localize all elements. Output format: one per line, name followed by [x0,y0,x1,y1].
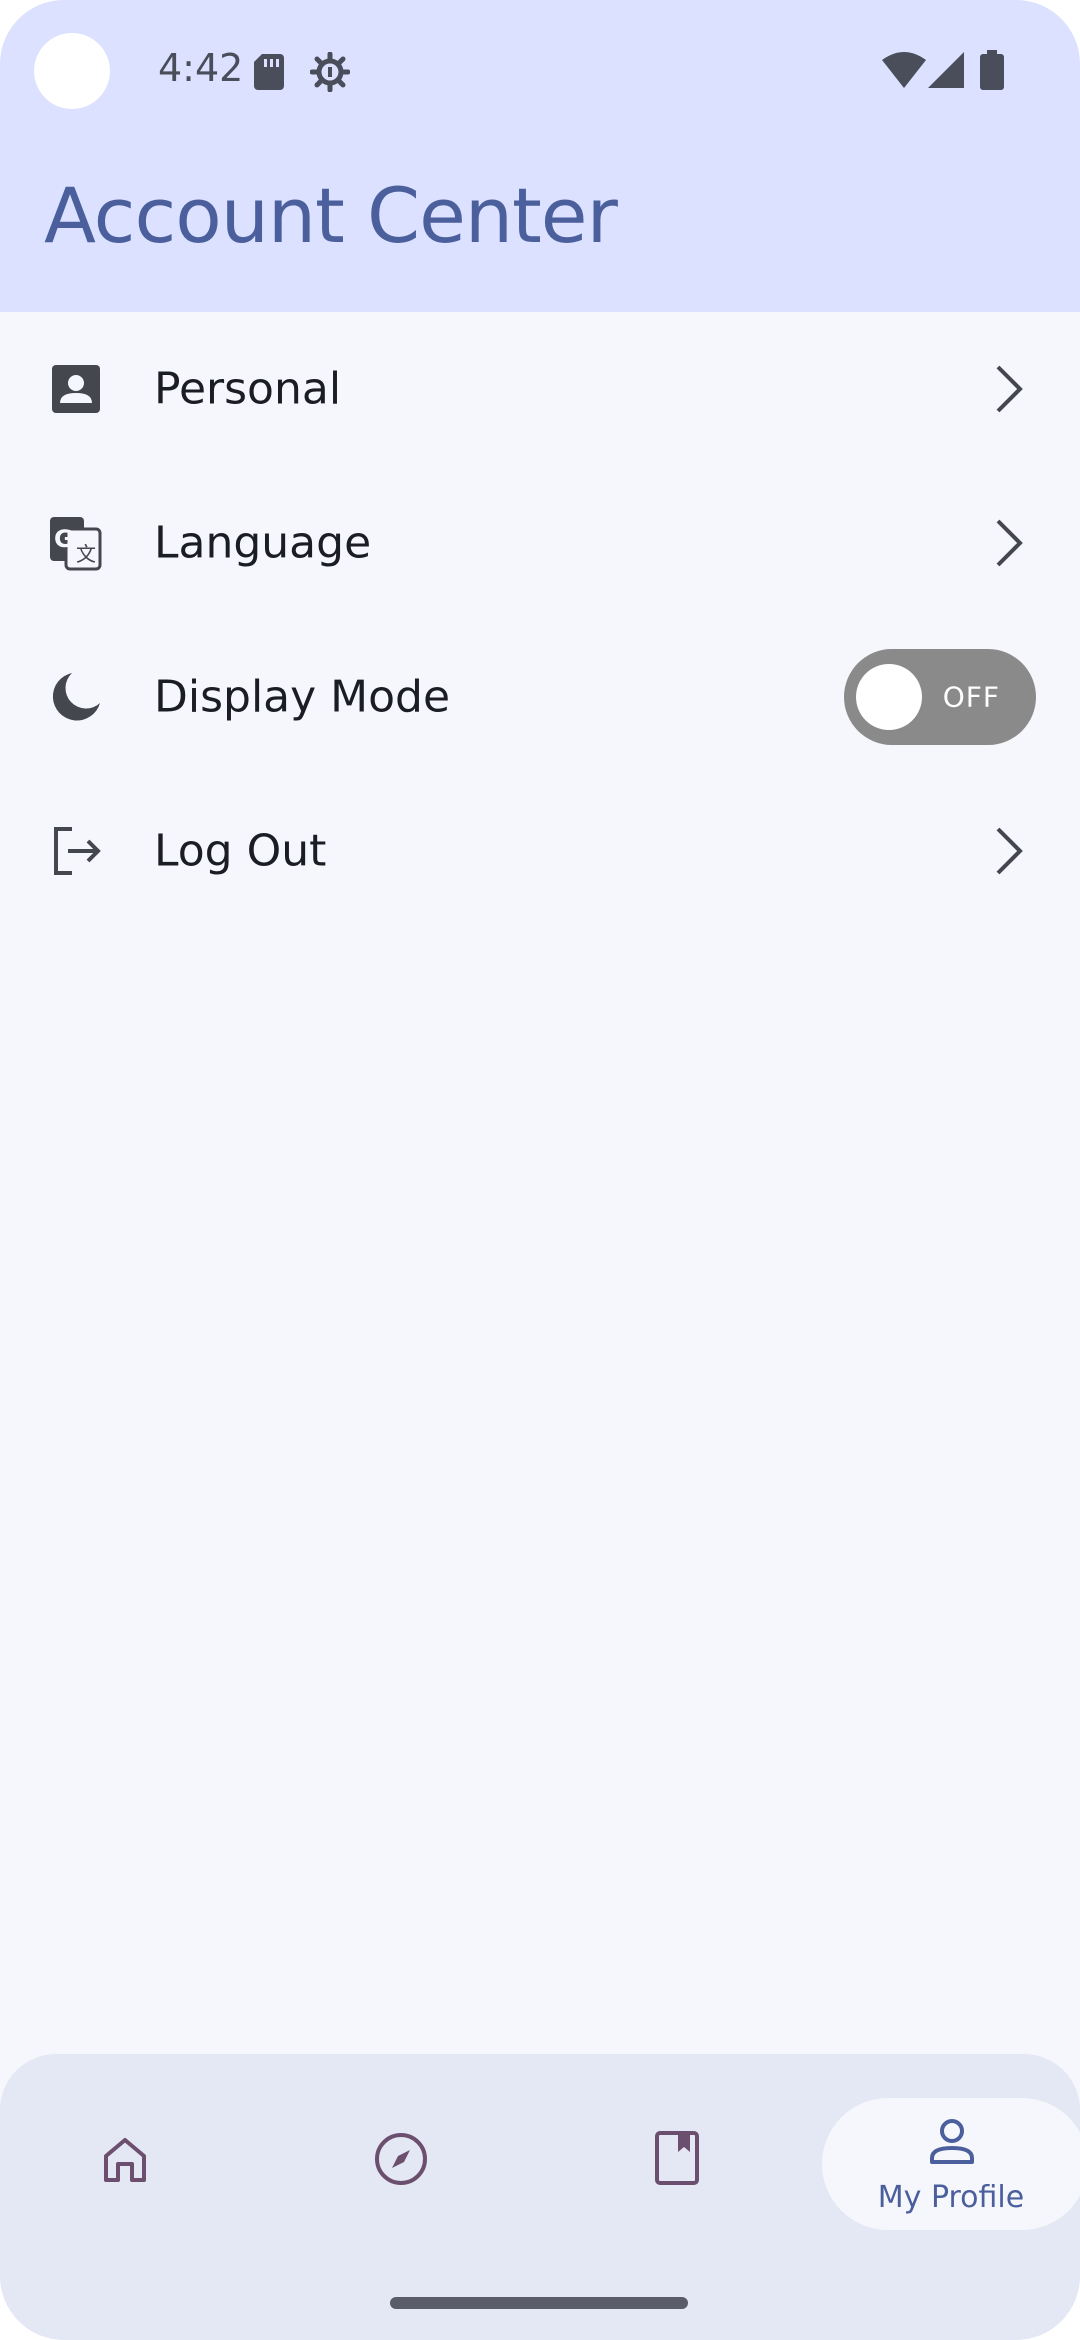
nav-label-my-profile: My Profile [877,2180,1025,2215]
cell-signal-icon [928,52,964,88]
page-title: Account Center [44,171,618,260]
screen: 4:42 Account Center Personal G 文 Languag… [0,0,1080,2340]
profile-icon [930,2119,974,2164]
wifi-icon [882,52,926,88]
chevron-right-icon [996,827,1023,875]
menu-item-label: Display Mode [154,671,451,723]
sd-card-icon [254,54,284,90]
chevron-right-icon [996,519,1023,567]
bookmark-book-icon [655,2131,699,2185]
compass-icon [375,2133,427,2185]
menu-item-label: Personal [154,363,342,415]
settings-gear-icon [310,52,350,92]
app-header: 4:42 Account Center [0,0,1080,312]
menu-item-personal[interactable]: Personal [0,312,1080,466]
moon-icon [52,673,100,721]
menu-item-label: Language [154,517,372,569]
camera-cutout [34,33,110,109]
display-mode-toggle[interactable]: OFF [844,649,1036,745]
toggle-state-label: OFF [942,680,1000,714]
toggle-knob [856,664,922,730]
nav-item-explore[interactable] [336,2108,466,2238]
menu-item-display-mode: Display Mode OFF [0,620,1080,774]
status-time: 4:42 [158,46,244,90]
nav-item-my-profile[interactable]: My Profile [822,2098,1080,2230]
logout-icon [54,827,101,875]
home-icon [104,2138,146,2182]
svg-text:G: G [54,525,74,553]
nav-item-home[interactable] [60,2108,190,2238]
svg-text:文: 文 [76,542,96,566]
menu-item-log-out[interactable]: Log Out [0,774,1080,928]
person-badge-icon [52,365,100,413]
translate-icon: G 文 [50,517,102,571]
nav-item-bookmarks[interactable] [612,2108,742,2238]
chevron-right-icon [996,365,1023,413]
menu-item-language[interactable]: G 文 Language [0,466,1080,620]
menu-item-label: Log Out [154,825,327,877]
battery-icon [980,50,1004,90]
gesture-home-bar[interactable] [390,2297,688,2309]
